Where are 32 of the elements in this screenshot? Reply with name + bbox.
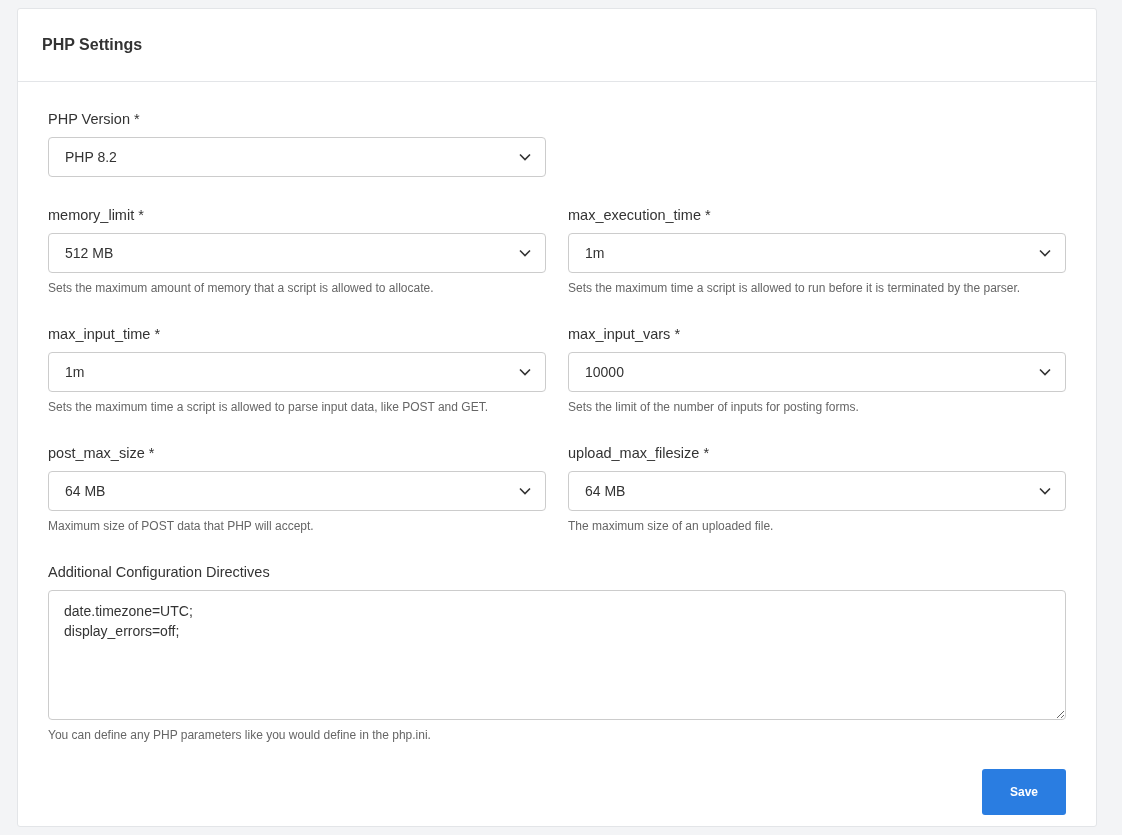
select-field[interactable]: 1m — [48, 352, 546, 392]
help-text: Sets the maximum time a script is allowed to run before it is terminated by the parser. — [568, 280, 1022, 296]
help-text: You can define any PHP parameters like you would define in the php.ini. — [48, 727, 432, 743]
field-label: upload_max_filesize * — [568, 444, 711, 463]
save-button[interactable]: Save — [982, 769, 1066, 815]
select-field[interactable]: 64 MB — [568, 471, 1066, 511]
select-field[interactable]: 10000 — [568, 352, 1066, 392]
chevron-down-icon — [519, 153, 531, 161]
chevron-down-icon — [519, 487, 531, 495]
help-text: Maximum size of POST data that PHP will accept. — [48, 518, 315, 534]
field-label: PHP Version * — [48, 110, 141, 129]
select-field[interactable]: 1m — [568, 233, 1066, 273]
directives-textarea[interactable]: date.timezone=UTC; display_errors=off; — [48, 590, 1066, 720]
select-field[interactable]: PHP 8.2 — [48, 137, 546, 177]
field-label: max_input_vars * — [568, 325, 682, 344]
help-text: Sets the limit of the number of inputs for posting forms. — [568, 399, 860, 415]
help-text: Sets the maximum time a script is allowed to parse input data, like POST and GET. — [48, 399, 489, 415]
select-field[interactable]: 512 MB — [48, 233, 546, 273]
chevron-down-icon — [1039, 487, 1051, 495]
panel-title: PHP Settings — [42, 36, 143, 54]
field-label: post_max_size * — [48, 444, 156, 463]
select-field[interactable]: 64 MB — [48, 471, 546, 511]
chevron-down-icon — [1039, 368, 1051, 376]
chevron-down-icon — [519, 368, 531, 376]
field-label: memory_limit * — [48, 206, 145, 225]
field-label: Additional Configuration Directives — [48, 563, 271, 582]
chevron-down-icon — [1039, 249, 1051, 257]
chevron-down-icon — [519, 249, 531, 257]
help-text: The maximum size of an uploaded file. — [568, 518, 775, 534]
field-label: max_execution_time * — [568, 206, 712, 225]
help-text: Sets the maximum amount of memory that a script is allowed to allocate. — [48, 280, 435, 296]
field-label: max_input_time * — [48, 325, 162, 344]
